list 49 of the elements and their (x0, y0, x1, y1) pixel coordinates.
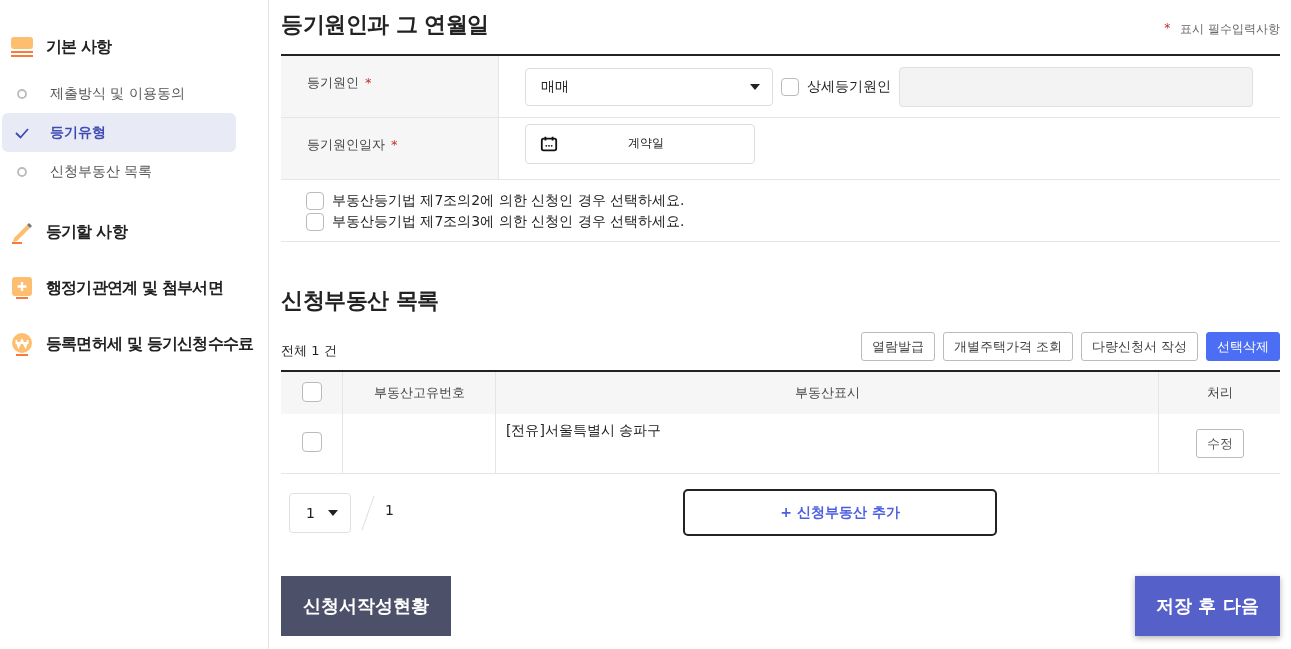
edit-button[interactable]: 수정 (1195, 429, 1244, 458)
select-all-checkbox[interactable] (301, 381, 322, 402)
required-mark: * (391, 137, 398, 152)
required-mark: * (365, 75, 372, 90)
sidebar-item[interactable]: 제출방식 및 이용동의 (2, 74, 236, 113)
caret-icon (328, 509, 338, 516)
field-label: 등기원인 (307, 75, 359, 90)
row-checkbox[interactable] (301, 432, 322, 452)
detail-cause-field[interactable] (899, 66, 1253, 107)
sidebar-section[interactable]: 등록면허세 및 등기신청수수료 (0, 329, 268, 359)
pencil-icon (10, 220, 34, 244)
sidebar-item[interactable]: 신청부동산 목록 (2, 152, 236, 191)
toolbar-button[interactable]: 열람발급 (860, 332, 935, 361)
caret-icon (750, 83, 760, 90)
plus-icon (10, 276, 34, 300)
toolbar-button[interactable]: 선택삭제 (1206, 332, 1280, 361)
coin-icon (10, 332, 34, 356)
calendar-icon (540, 134, 558, 153)
section-title: 신청부동산 목록 (281, 287, 440, 315)
sidebar-section[interactable]: 행정기관연계 및 첨부서면 (0, 273, 268, 303)
sidebar-item[interactable]: 등기유형 (2, 113, 236, 152)
field-label: 등기원인일자 (307, 137, 385, 152)
table-cell: [전유]서울특별시 송파구 (495, 414, 1159, 474)
stack-icon (10, 35, 34, 59)
checkbox[interactable] (306, 192, 324, 210)
page-dropdown[interactable]: 1 (289, 492, 351, 533)
date-field[interactable]: 계약일 (525, 123, 755, 164)
page-total: 1 (385, 501, 394, 518)
total-count: 전체 1 건 (281, 341, 337, 360)
save-next-button[interactable]: 저장 후 다음 (1135, 576, 1280, 636)
checkbox[interactable] (306, 213, 324, 231)
checkbox-label: 부동산등기법 제7조의3에 의한 신청인 경우 선택하세요. (332, 213, 685, 231)
column-header: 처리 (1158, 371, 1280, 414)
sidebar-section[interactable]: 기본 사항 (0, 32, 268, 62)
add-property-button[interactable]: + 신청부동산 추가 (682, 489, 997, 536)
toolbar-button[interactable]: 다량신청서 작성 (1080, 332, 1198, 361)
required-mark: * (1164, 20, 1171, 37)
sidebar-section[interactable]: 등기할 사항 (0, 217, 268, 247)
checkbox-label: 상세등기원인 (807, 77, 891, 96)
section-title: 등기원인과 그 연월일 (281, 11, 489, 39)
checkbox[interactable] (781, 77, 799, 96)
toolbar-button[interactable]: 개별주택가격 조회 (942, 332, 1073, 361)
checkbox-label: 부동산등기법 제7조의2에 의한 신청인 경우 선택하세요. (332, 192, 685, 210)
slash-separator (361, 494, 375, 531)
cause-dropdown[interactable]: 매매 (525, 67, 773, 106)
column-header: 부동산표시 (495, 371, 1159, 414)
status-button[interactable]: 신청서작성현황 (281, 576, 451, 636)
column-header: 부동산고유번호 (342, 371, 496, 414)
required-note: 표시 필수입력사항 (1180, 20, 1280, 38)
